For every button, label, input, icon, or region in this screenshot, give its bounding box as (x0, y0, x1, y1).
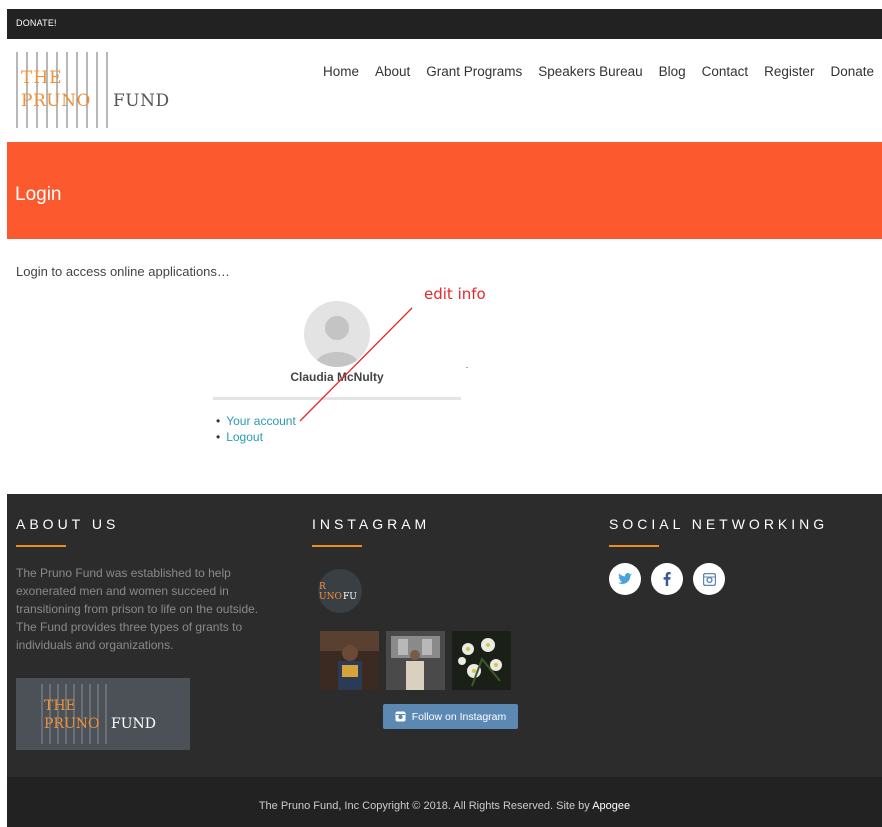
nav-blog[interactable]: Blog (659, 64, 686, 79)
svg-text:R: R (319, 582, 326, 592)
follow-instagram-button[interactable]: Follow on Instagram (383, 704, 518, 729)
svg-text:THE: THE (44, 698, 76, 714)
follow-instagram-label: Follow on Instagram (411, 710, 507, 723)
instagram-heading: INSTAGRAM (312, 516, 431, 532)
instagram-icon (395, 711, 406, 722)
instagram-profile-avatar[interactable]: R UNO FU (318, 569, 362, 613)
instagram-thumb-3[interactable] (452, 631, 511, 690)
svg-text:PRUNO: PRUNO (44, 716, 100, 732)
svg-text:FUND: FUND (113, 91, 170, 111)
twitter-icon (618, 573, 632, 584)
instagram-social-button[interactable] (693, 563, 725, 595)
instagram-thumb-1[interactable] (320, 631, 379, 690)
page-banner: Login (7, 142, 882, 239)
instagram-accent-bar (312, 545, 362, 547)
main-nav: Home About Grant Programs Speakers Burea… (307, 64, 874, 79)
copyright-main: The Pruno Fund, Inc Copyright © 2018. Al… (258, 800, 593, 812)
svg-text:FU: FU (343, 592, 357, 602)
footer-logo[interactable]: THE PRUNO FUND (16, 678, 190, 750)
apogee-link[interactable]: Apogee (592, 800, 630, 812)
site-footer: ABOUT US The Pruno Fund was established … (7, 494, 882, 777)
top-bar: DONATE! (7, 9, 882, 39)
list-item: Your account (216, 413, 296, 429)
svg-text:FUND: FUND (111, 716, 156, 732)
nav-grant-programs[interactable]: Grant Programs (426, 64, 522, 79)
copyright-bar: The Pruno Fund, Inc Copyright © 2018. Al… (7, 777, 882, 827)
svg-text:UNO: UNO (319, 592, 342, 602)
account-links: Your account Logout (216, 413, 296, 445)
annotation-arrow (299, 307, 413, 422)
annotation-label: edit info (424, 285, 486, 303)
donate-link[interactable]: DONATE! (16, 18, 57, 28)
site-header: THE PRUNO FUND Home About Grant Programs… (7, 39, 882, 142)
nav-donate[interactable]: Donate (830, 64, 874, 79)
about-text: The Pruno Fund was established to help e… (16, 566, 259, 652)
about-accent-bar (16, 545, 66, 547)
page-title: Login (15, 184, 62, 205)
twitter-button[interactable] (609, 563, 641, 595)
site-logo[interactable]: THE PRUNO FUND (15, 52, 195, 128)
svg-text:THE: THE (21, 68, 63, 88)
about-heading: ABOUT US (16, 516, 120, 532)
instagram-thumb-2[interactable] (386, 631, 445, 690)
instagram-icon (702, 572, 716, 586)
copyright-text: The Pruno Fund, Inc Copyright © 2018. Al… (7, 800, 882, 812)
your-account-link[interactable]: Your account (226, 414, 296, 428)
nav-register[interactable]: Register (764, 64, 814, 79)
nav-about[interactable]: About (375, 64, 410, 79)
intro-text: Login to access online applications… (16, 264, 230, 279)
facebook-icon (663, 572, 671, 586)
social-heading: SOCIAL NETWORKING (609, 516, 829, 532)
nav-speakers-bureau[interactable]: Speakers Bureau (538, 64, 642, 79)
facebook-button[interactable] (651, 563, 683, 595)
list-item: Logout (216, 429, 296, 445)
logout-link[interactable]: Logout (226, 430, 263, 444)
divider-dot (466, 367, 468, 368)
nav-home[interactable]: Home (323, 64, 359, 79)
svg-text:PRUNO: PRUNO (21, 91, 91, 111)
social-accent-bar (609, 545, 659, 547)
nav-contact[interactable]: Contact (702, 64, 749, 79)
